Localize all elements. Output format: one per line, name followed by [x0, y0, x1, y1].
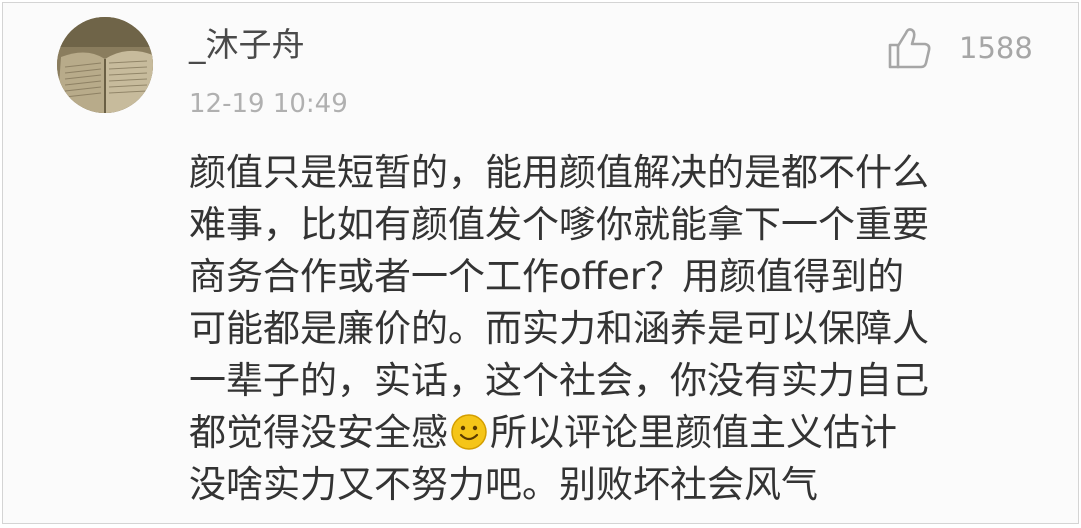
- thumbs-up-icon: [888, 28, 931, 69]
- comment-line: 没啥实力又不努力吧。别败坏社会风气: [189, 463, 818, 506]
- comment-text: 颜值只是短暂的，能用颜值解决的是都不什么 难事，比如有颜值发个嗲你就能拿下一个重…: [189, 147, 1059, 511]
- avatar-book-photo: [57, 17, 153, 113]
- comment-line: 颜值只是短暂的，能用颜值解决的是都不什么: [189, 151, 929, 194]
- username[interactable]: _沐子舟: [189, 25, 305, 65]
- comment-line-segment: 都觉得没安全感: [189, 411, 448, 454]
- comment-line-segment: 所以评论里颜值主义估计: [490, 411, 897, 454]
- timestamp: 12-19 10:49: [189, 89, 348, 119]
- comment-card: _沐子舟 12-19 10:49 1588 颜值只是短暂的，能用颜值解决的是都不…: [2, 2, 1079, 524]
- comment-line: 商务合作或者一个工作offer？用颜值得到的: [189, 255, 905, 298]
- comment-line-with-emoji: 都觉得没安全感 所以评论里颜值主义估计: [189, 407, 1059, 459]
- smiley-emoji-icon: [451, 414, 487, 450]
- comment-line: 一辈子的，实话，这个社会，你没有实力自己: [189, 359, 929, 402]
- comment-line: 可能都是廉价的。而实力和涵养是可以保障人: [189, 307, 929, 350]
- like-count: 1588: [959, 31, 1033, 65]
- comment-line: 难事，比如有颜值发个嗲你就能拿下一个重要: [189, 203, 929, 246]
- like-button[interactable]: 1588: [887, 25, 1033, 71]
- avatar[interactable]: [57, 17, 153, 113]
